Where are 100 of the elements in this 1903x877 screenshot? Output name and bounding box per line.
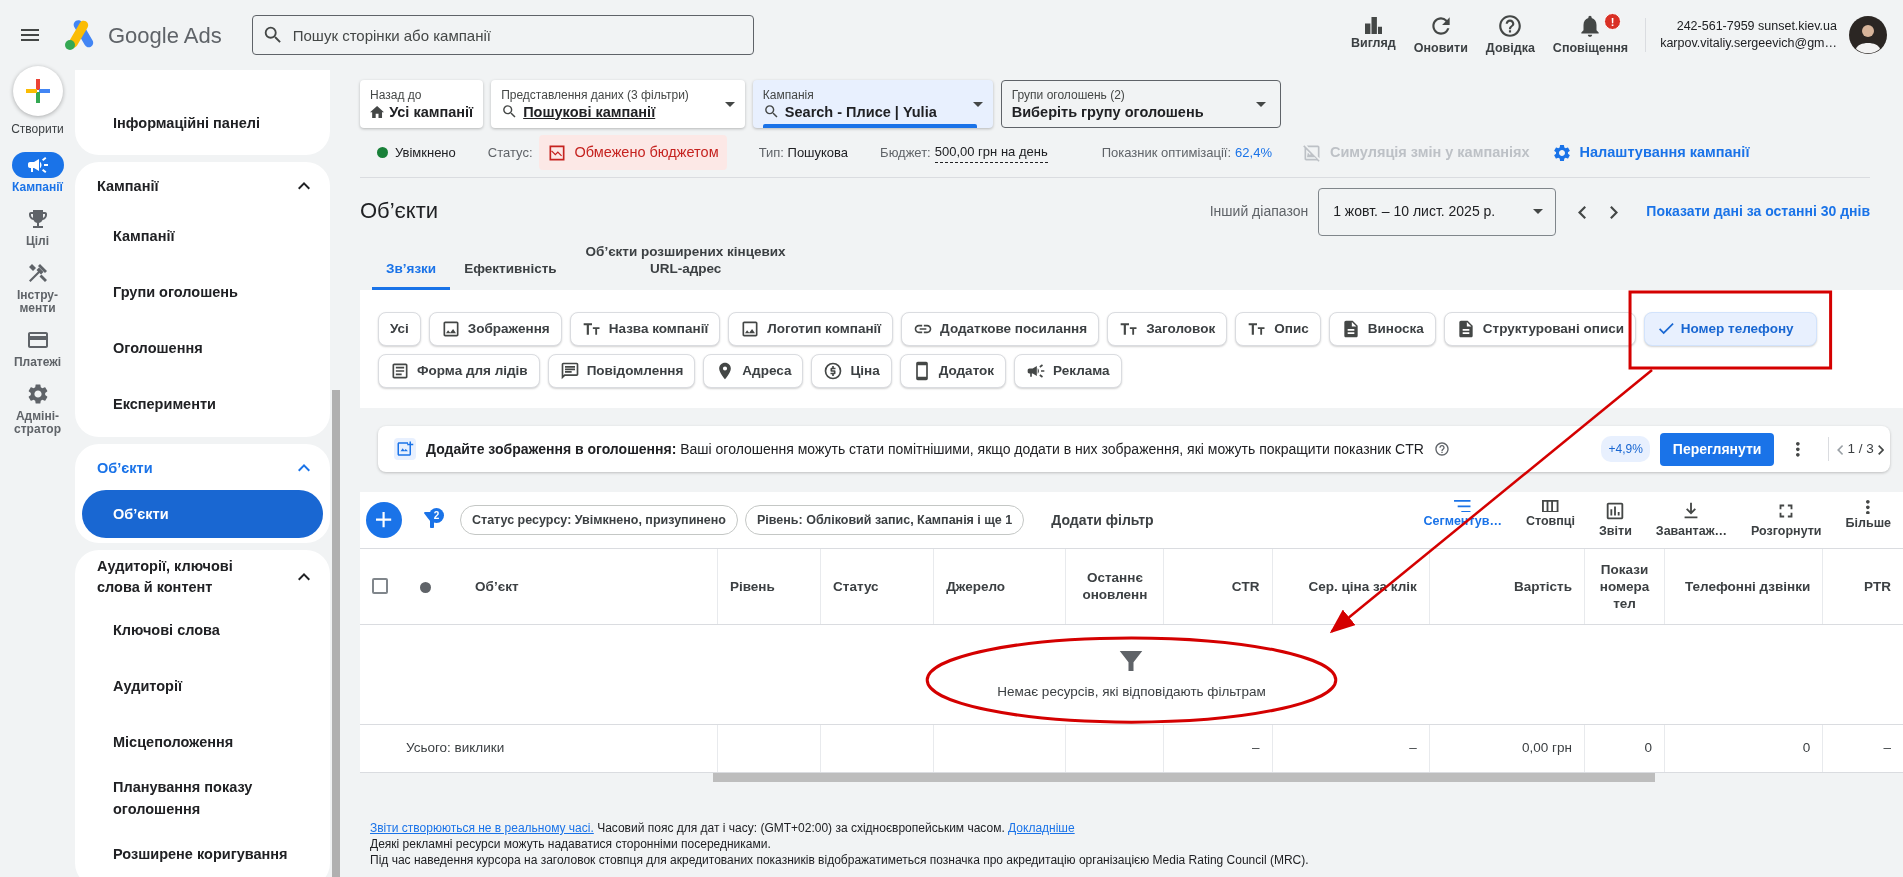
type-text: Тип: Пошукова	[758, 143, 849, 162]
scope-selector[interactable]: Групи оголошень (2) Виберіть групу оголошень	[1000, 80, 1281, 128]
column-header[interactable]: Телефонні дзвінки	[1677, 577, 1811, 595]
columns-icon	[1542, 499, 1559, 513]
column-header[interactable]: Покази номера тел	[1588, 560, 1662, 612]
nav-item[interactable]: Експерименти	[75, 376, 330, 432]
nav-item[interactable]: Ключові слова	[75, 602, 330, 658]
view-button[interactable]: Вигляд	[1342, 16, 1405, 53]
column-header[interactable]: Джерело	[946, 577, 1054, 595]
select-all-checkbox[interactable]	[372, 578, 388, 595]
avatar[interactable]	[1849, 16, 1887, 54]
scrollbar[interactable]	[332, 390, 340, 877]
table-tool-button[interactable]: Більше	[1833, 499, 1903, 541]
nav-group-header[interactable]: Об’єкти	[75, 444, 330, 490]
rail-item[interactable]: Адміні- стратор	[0, 381, 75, 436]
scrollbar[interactable]	[360, 772, 1903, 782]
rail-item[interactable]: Платежі	[0, 327, 75, 369]
total-value: 0	[1802, 740, 1811, 756]
footer-link[interactable]: Докладніше	[1008, 821, 1075, 835]
home-icon	[370, 105, 385, 118]
scope-selector[interactable]: Представлення даних (3 фільтри) Пошукові кампанії	[491, 80, 745, 128]
optimization-score[interactable]: 62,4%	[1235, 142, 1272, 163]
help-button[interactable]: Довідка	[1476, 12, 1544, 58]
rail-item[interactable]: Цілі	[0, 206, 75, 248]
nav-item[interactable]: Місцеположення	[75, 714, 330, 770]
last-30-days-link[interactable]: Показати дані за останні 30 днів	[1646, 201, 1870, 222]
rail-item[interactable]: Кампанії	[0, 152, 75, 194]
tab[interactable]: Ефективність	[450, 260, 571, 290]
notifications-button[interactable]: Сповіщення !	[1543, 12, 1638, 58]
chevron-right-icon	[1877, 444, 1884, 455]
nav-group-header[interactable]: Аудиторії, ключові слова й контент	[75, 550, 330, 602]
asset-type-chip[interactable]: Додаткове посилання	[901, 312, 1100, 346]
footer-link[interactable]: Звіти створюються не в реальному часі.	[370, 821, 594, 835]
help-icon	[1497, 12, 1524, 39]
date-range-dropdown[interactable]: 1 жовт. – 10 лист. 2025 р.	[1318, 187, 1557, 236]
filter-button[interactable]: 2	[420, 508, 444, 532]
scope-selector[interactable]: Назад до Усі кампанії	[360, 80, 484, 128]
nav-group-header[interactable]: Кампанії	[75, 162, 330, 208]
asset-type-chip[interactable]: Логотип компанії	[728, 312, 894, 346]
account-id: 242-561-7959 sunset.kiev.ua	[1675, 18, 1837, 35]
review-button[interactable]: Переглянути	[1659, 432, 1775, 466]
column-header[interactable]: Рівень	[729, 577, 809, 595]
nav-item[interactable]: Планування показу оголошення	[75, 770, 330, 826]
footer-note: Під час наведення курсора на заголовок стовпця для акредитованих показників відображатиметься позначка про акредитацію організацією Media Rating Council (MRC).	[370, 852, 1310, 868]
asset-type-chip[interactable]: Повідомлення	[547, 354, 696, 388]
status-dot-icon	[420, 581, 432, 593]
caret-down-icon	[724, 102, 735, 108]
filter-chip[interactable]: Рівень: Обліковий запис, Кампанія і ще 1	[745, 504, 1025, 536]
rail-item[interactable]: Інстру- менти	[0, 260, 75, 315]
nav-item[interactable]: Розширене коригування	[75, 826, 330, 877]
column-header[interactable]: Статус	[833, 577, 922, 595]
column-header[interactable]: PTR	[1835, 577, 1891, 595]
table-tool-button[interactable]: Звіти	[1587, 499, 1644, 541]
asset-type-chip[interactable]: Зображення	[428, 312, 562, 346]
asset-type-chip[interactable]: Заголовок	[1107, 312, 1228, 346]
asset-type-chip[interactable]: Адреса	[703, 354, 804, 388]
add-filter-button[interactable]: Додати фільтр	[1045, 508, 1160, 532]
refresh-button[interactable]: Оновити	[1404, 12, 1477, 58]
coin-icon	[823, 361, 844, 381]
search-field[interactable]: Пошук сторінки або кампанії	[251, 15, 754, 55]
asset-type-chip[interactable]: Ціна	[811, 354, 892, 388]
column-header[interactable]: CTR	[1176, 577, 1260, 595]
status-chip[interactable]: Обмежено бюджетом	[538, 134, 727, 171]
settings-icon	[1551, 142, 1572, 163]
chevron-up-icon	[298, 182, 310, 190]
add-image-icon	[396, 440, 414, 458]
asset-type-chip[interactable]: Структуровані описи	[1443, 312, 1637, 346]
total-value: 0	[1644, 740, 1653, 756]
add-button[interactable]	[366, 502, 402, 538]
table-tool-button[interactable]: Стовпці	[1514, 499, 1587, 541]
asset-type-chip[interactable]: Опис	[1235, 312, 1321, 346]
segment-icon	[1454, 499, 1471, 513]
campaign-settings-link[interactable]: Налаштування кампанії	[1551, 141, 1750, 164]
asset-type-chip[interactable]: Номер телефону	[1644, 312, 1817, 346]
asset-type-chip[interactable]: Усі	[378, 312, 421, 346]
filter-chip[interactable]: Статус ресурсу: Увімкнено, призупинено	[460, 504, 738, 536]
asset-type-chip[interactable]: Виноска	[1328, 312, 1436, 346]
column-header[interactable]: Вартість	[1441, 577, 1572, 595]
nav-item[interactable]: Аудиторії	[75, 658, 330, 714]
scope-selector[interactable]: Кампанія Search - Плисе | Yulia	[752, 80, 993, 128]
table-tool-button[interactable]: Розгорнути	[1739, 499, 1834, 541]
chevron-up-icon	[298, 464, 310, 472]
help-icon	[1433, 441, 1450, 457]
nav-item[interactable]: Кампанії	[75, 208, 330, 264]
budget-value[interactable]: 500,00 грн на день	[934, 142, 1048, 163]
form-icon	[390, 361, 410, 381]
nav-item[interactable]: Об’єкти	[82, 490, 323, 538]
uplift-badge: +4,9%	[1601, 436, 1650, 462]
table-tool-button[interactable]: Завантаж…	[1643, 499, 1740, 541]
nav-item[interactable]: Оголошення	[75, 320, 330, 376]
asset-type-chip[interactable]: Додаток	[899, 354, 1007, 388]
column-header[interactable]: Об’єкт	[475, 577, 705, 595]
asset-type-chip[interactable]: Назва компанії	[569, 312, 721, 346]
column-header[interactable]: Останнє оновленн	[1069, 569, 1161, 604]
nav-item[interactable]: Групи оголошень	[75, 264, 330, 320]
total-value: 0,00 грн	[1522, 740, 1572, 756]
asset-type-chip[interactable]: Реклама	[1014, 354, 1122, 388]
create-button[interactable]	[12, 66, 63, 116]
asset-type-chip[interactable]: Форма для лідів	[378, 354, 540, 388]
tab[interactable]: Об’єкти розширених кінцевих URL-адрес	[570, 243, 801, 290]
